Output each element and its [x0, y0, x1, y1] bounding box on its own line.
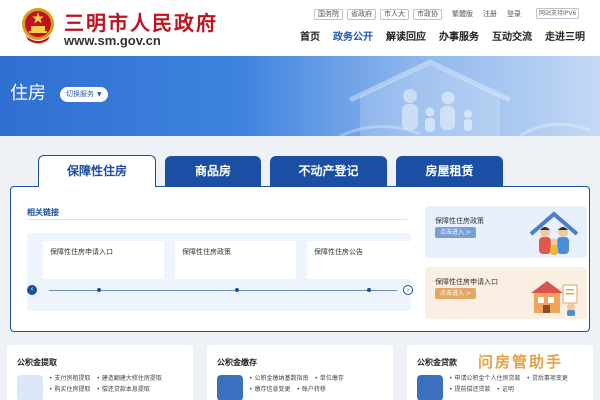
card-title: 公积金缴存: [217, 358, 257, 367]
caret-down-icon: ▼: [97, 91, 102, 98]
nav-interaction[interactable]: 互动交流: [492, 30, 532, 46]
enter-button[interactable]: 点击进入 >: [435, 288, 476, 299]
housing-assistant-watermark: 问房管助手: [472, 350, 570, 374]
card-link[interactable]: 单位缴存: [314, 373, 344, 384]
tab-content-panel: 相关链接 保障性住房申请入口 保障性住房政策 保障性住房公告 ‹ › 保障性住房…: [10, 186, 590, 332]
top-link-state-council[interactable]: 国务院: [314, 8, 343, 20]
card-link[interactable]: 建造翻建大修住房提取: [96, 373, 162, 384]
top-link-cppcc[interactable]: 市政协: [413, 8, 442, 20]
promo-title: 保障性住房申请入口: [435, 278, 498, 286]
family-house-illustration: [339, 59, 591, 136]
page-title: 住房: [10, 83, 46, 104]
promo-card-policy[interactable]: 保障性住房政策 点击进入 >: [425, 206, 587, 258]
related-links-heading: 相关链接: [27, 208, 59, 217]
tab-house-rental[interactable]: 房屋租赁: [396, 156, 503, 186]
login-link[interactable]: 登录: [507, 9, 521, 19]
carousel-track: [49, 290, 397, 291]
ipv6-badge: 网站支持IPV6: [536, 8, 580, 19]
coin-icon: [417, 375, 443, 400]
card-links: 公积金缴纳基数指南单位缴存 缴存信息变更账户转移: [249, 373, 393, 395]
top-link-province[interactable]: 省政府: [347, 8, 376, 20]
tab-affordable-housing[interactable]: 保障性住房: [38, 155, 156, 187]
card-link[interactable]: 购买住房提取: [49, 384, 90, 395]
register-link[interactable]: 注册: [483, 9, 497, 19]
promo-card-application[interactable]: 保障性住房申请入口 点击进入 >: [425, 267, 587, 319]
carousel-next-button[interactable]: ›: [403, 285, 413, 295]
tab-real-estate-registration[interactable]: 不动产登记: [270, 156, 387, 186]
family-illustration-icon: [529, 211, 579, 255]
switch-service-label: 切换服务: [66, 90, 94, 98]
card-link[interactable]: 缴存信息变更: [249, 384, 290, 395]
switch-service-dropdown[interactable]: 切换服务 ▼: [60, 87, 108, 102]
card-fund-withdrawal: 公积金提取 支付房租提取建造翻建大修住房提取 购买住房提取偿还贷款本息提取: [7, 345, 193, 400]
link-card-application[interactable]: 保障性住房申请入口: [43, 241, 164, 279]
site-title[interactable]: 三明市人民政府: [64, 7, 218, 36]
nav-services[interactable]: 办事服务: [439, 30, 479, 46]
card-link[interactable]: 贷后事项变更: [526, 373, 568, 384]
main-nav: 首页 政务公开 解读回应 办事服务 互动交流 走进三明: [300, 30, 598, 46]
card-title: 公积金提取: [17, 358, 57, 367]
traditional-chinese-link[interactable]: 繁體版: [452, 9, 473, 19]
heading-divider: [27, 219, 407, 220]
nav-about-sanming[interactable]: 走进三明: [545, 30, 585, 46]
house-document-illustration-icon: [531, 281, 578, 316]
card-fund-deposit: 公积金缴存 公积金缴纳基数指南单位缴存 缴存信息变更账户转移: [207, 345, 393, 400]
card-links: 支付房租提取建造翻建大修住房提取 购买住房提取偿还贷款本息提取: [49, 373, 193, 395]
national-emblem-icon: [22, 8, 54, 44]
card-links: 申请公积金个人住房贷款贷后事项变更 提前偿还贷款证明: [449, 373, 593, 395]
page-banner: 住房 切换服务 ▼: [0, 56, 600, 136]
carousel-dot[interactable]: [235, 288, 239, 292]
related-links-carousel: 保障性住房申请入口 保障性住房政策 保障性住房公告 ‹ ›: [27, 233, 428, 311]
carousel-dot[interactable]: [367, 288, 371, 292]
card-link[interactable]: 证明: [496, 384, 514, 395]
promo-title: 保障性住房政策: [435, 217, 484, 225]
link-card-policy[interactable]: 保障性住房政策: [175, 241, 296, 279]
site-header: 三明市人民政府 www.sm.gov.cn 国务院 省政府 市人大 市政协 繁體…: [0, 0, 600, 56]
nav-interpretation[interactable]: 解读回应: [386, 30, 426, 46]
card-link[interactable]: 提前偿还贷款: [449, 384, 490, 395]
nav-gov-affairs[interactable]: 政务公开: [333, 30, 373, 46]
link-card-announcement[interactable]: 保障性住房公告: [307, 241, 428, 279]
top-links: 国务院 省政府 市人大 市政协 繁體版 注册 登录: [314, 8, 525, 20]
enter-button[interactable]: 点击进入 >: [435, 227, 476, 238]
wallet-icon: [17, 375, 43, 400]
tab-commercial-housing[interactable]: 商品房: [165, 156, 261, 186]
card-link[interactable]: 账户转移: [296, 384, 326, 395]
card-link[interactable]: 公积金缴纳基数指南: [249, 373, 308, 384]
carousel-prev-button[interactable]: ‹: [27, 285, 37, 295]
top-link-npc[interactable]: 市人大: [380, 8, 409, 20]
nav-home[interactable]: 首页: [300, 30, 320, 46]
money-bag-icon: [217, 375, 243, 400]
card-link[interactable]: 申请公积金个人住房贷款: [449, 373, 520, 384]
card-link[interactable]: 支付房租提取: [49, 373, 90, 384]
card-link[interactable]: 偿还贷款本息提取: [96, 384, 150, 395]
carousel-dot[interactable]: [97, 288, 101, 292]
site-url: www.sm.gov.cn: [64, 33, 161, 48]
card-title: 公积金贷款: [417, 358, 457, 367]
